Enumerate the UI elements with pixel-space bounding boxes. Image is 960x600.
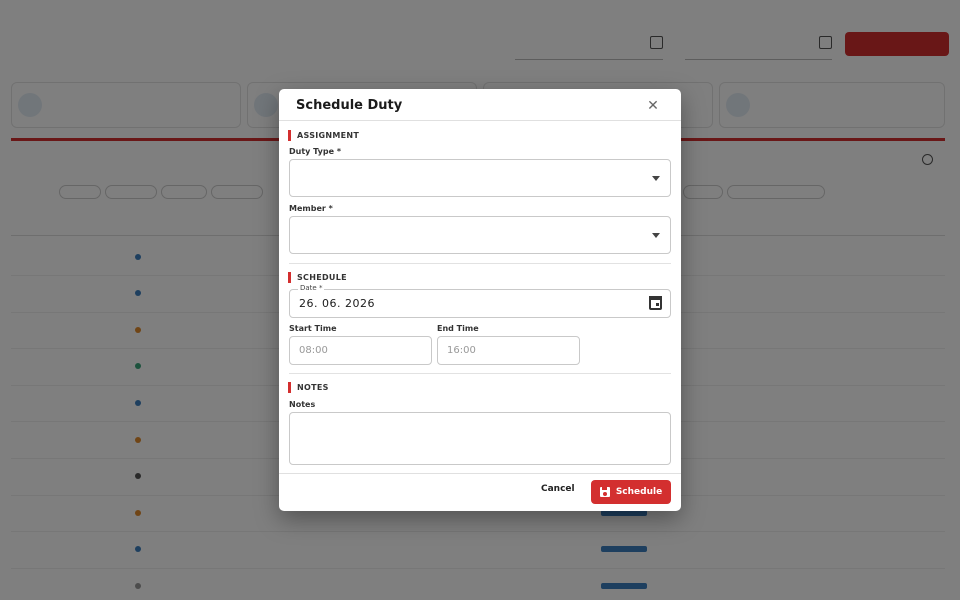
date-field[interactable]: Date * 26. 06. 2026 [289,284,671,318]
section-assignment: ASSIGNMENT [288,130,359,141]
schedule-duty-dialog: Schedule Duty ✕ ASSIGNMENT Duty Type * M… [279,89,681,511]
start-time-input[interactable] [289,336,432,365]
start-time-label: Start Time [289,324,337,333]
member-select[interactable] [289,216,671,254]
section-schedule: SCHEDULE [288,272,347,283]
section-divider [289,373,671,374]
cancel-button[interactable]: Cancel [541,484,575,494]
close-icon[interactable]: ✕ [644,97,662,115]
notes-label: Notes [289,400,316,409]
section-notes: NOTES [288,382,329,393]
schedule-button[interactable]: Schedule [591,480,671,504]
section-divider [289,263,671,264]
footer-divider [279,473,681,474]
end-time-input[interactable] [437,336,580,365]
header-divider [279,120,681,121]
dialog-title: Schedule Duty [296,98,403,113]
caret-down-icon [652,233,660,238]
save-icon [599,487,610,497]
end-time-label: End Time [437,324,479,333]
member-label: Member * [289,204,333,213]
calendar-icon[interactable] [649,296,662,310]
schedule-button-label: Schedule [615,487,663,497]
notes-textarea[interactable] [289,412,671,465]
duty-type-label: Duty Type * [289,147,342,156]
caret-down-icon [652,176,660,181]
duty-type-select[interactable] [289,159,671,197]
date-label: Date * [298,284,325,292]
date-value: 26. 06. 2026 [299,297,375,310]
